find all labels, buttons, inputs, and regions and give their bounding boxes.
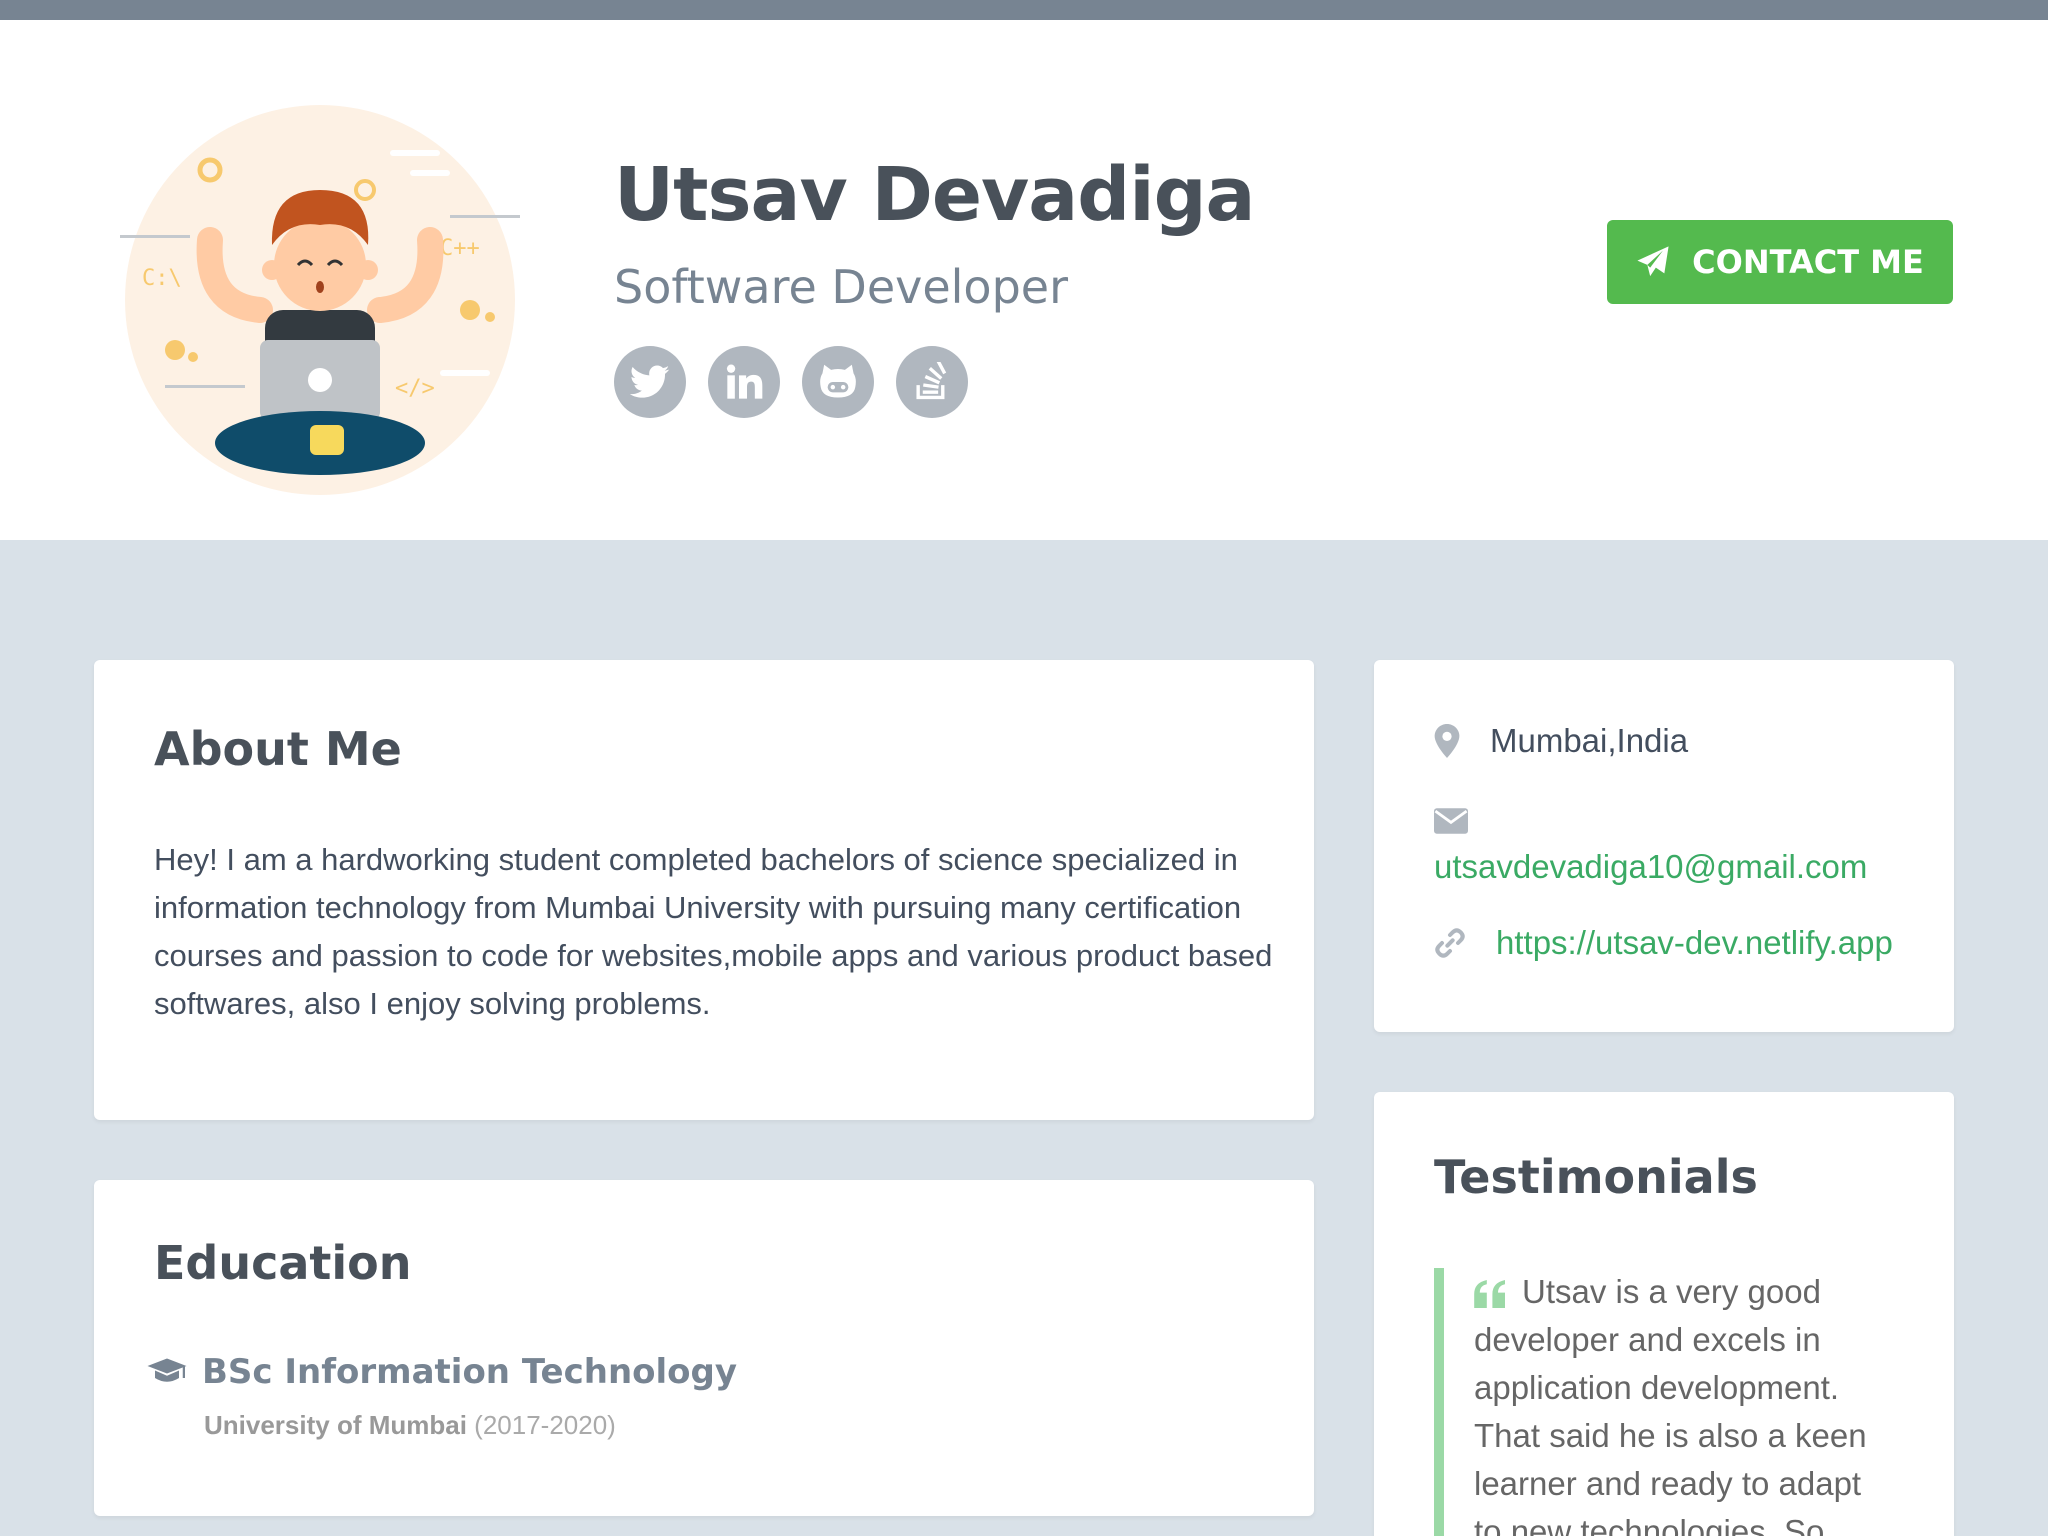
map-marker-icon bbox=[1434, 724, 1460, 758]
testimonial-quote: Utsav is a very good developer and excel… bbox=[1434, 1268, 1884, 1536]
email-link[interactable]: utsavdevadiga10@gmail.com bbox=[1434, 848, 1867, 886]
info-card: Mumbai,India utsavdevadiga10@gmail.com h… bbox=[1374, 660, 1954, 1032]
contact-me-button[interactable]: CONTACT ME bbox=[1607, 220, 1953, 304]
twitter-icon bbox=[630, 365, 670, 398]
degree-entry: BSc Information Technology bbox=[146, 1352, 737, 1392]
profile-header: C:\ C++ </> Utsav Devadiga Software Deve… bbox=[0, 20, 2048, 540]
degree-meta: University of Mumbai (2017-2020) bbox=[204, 1410, 616, 1441]
testimonials-card: Testimonials Utsav is a very good develo… bbox=[1374, 1092, 1954, 1536]
github-icon bbox=[820, 364, 856, 398]
svg-text:C:\: C:\ bbox=[142, 266, 182, 291]
contact-me-label: CONTACT ME bbox=[1692, 243, 1924, 281]
linkedin-link[interactable] bbox=[708, 346, 780, 418]
linkedin-icon bbox=[726, 364, 763, 399]
link-icon bbox=[1435, 928, 1465, 958]
testimonials-title: Testimonials bbox=[1434, 1150, 1758, 1204]
about-text: Hey! I am a hardworking student complete… bbox=[154, 842, 1273, 1021]
education-title: Education bbox=[154, 1236, 412, 1290]
university-name: University of Mumbai bbox=[204, 1410, 467, 1440]
about-card: About Me Hey! I am a hardworking student… bbox=[94, 660, 1314, 1120]
profile-name: Utsav Devadiga bbox=[614, 152, 1255, 238]
location-row: Mumbai,India bbox=[1434, 722, 1688, 760]
profile-avatar: C:\ C++ </> bbox=[120, 105, 520, 495]
twitter-link[interactable] bbox=[614, 346, 686, 418]
top-bar bbox=[0, 0, 2048, 20]
testimonial-text: Utsav is a very good developer and excel… bbox=[1474, 1273, 1867, 1536]
degree-title: BSc Information Technology bbox=[202, 1352, 738, 1392]
location-text: Mumbai,India bbox=[1490, 722, 1689, 759]
paper-plane-icon bbox=[1637, 246, 1669, 277]
website-row: https://utsav-dev.netlify.app bbox=[1434, 924, 1893, 962]
stackoverflow-icon bbox=[916, 362, 947, 400]
envelope-icon bbox=[1434, 808, 1468, 834]
svg-text:C++: C++ bbox=[440, 236, 480, 261]
graduation-cap-icon bbox=[147, 1358, 187, 1382]
about-title: About Me bbox=[154, 722, 402, 776]
svg-text:</>: </> bbox=[395, 376, 435, 401]
stackoverflow-link[interactable] bbox=[896, 346, 968, 418]
profile-role: Software Developer bbox=[614, 260, 1068, 314]
degree-years: (2017-2020) bbox=[474, 1410, 616, 1440]
education-card: Education BSc Information Technology Uni… bbox=[94, 1180, 1314, 1516]
github-link[interactable] bbox=[802, 346, 874, 418]
social-links bbox=[614, 346, 968, 418]
website-link[interactable]: https://utsav-dev.netlify.app bbox=[1496, 924, 1893, 962]
quote-left-icon bbox=[1474, 1280, 1505, 1309]
